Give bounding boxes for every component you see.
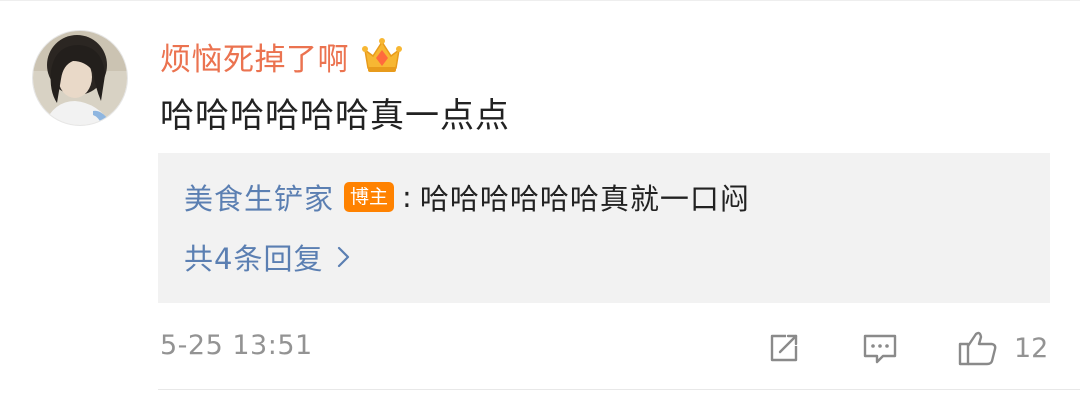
like-count: 12	[1014, 332, 1049, 364]
chevron-right-icon	[338, 246, 350, 268]
reply-preview[interactable]: 美食生铲家 博主 : 哈哈哈哈哈哈真就一口闷 共4条回复	[158, 153, 1050, 303]
view-replies-link[interactable]: 共4条回复	[184, 235, 351, 279]
top-divider	[0, 0, 1080, 1]
thumbs-up-icon	[958, 331, 997, 366]
comment-button[interactable]	[860, 326, 900, 370]
comment-text: 哈哈哈哈哈哈真一点点	[160, 96, 510, 136]
username[interactable]: 烦恼死掉了啊	[160, 34, 349, 79]
share-icon	[770, 334, 798, 362]
reply-line: 美食生铲家 博主 : 哈哈哈哈哈哈真就一口闷	[184, 175, 750, 219]
crown-icon[interactable]	[361, 36, 403, 76]
bottom-divider	[158, 389, 1080, 390]
timestamp: 5-25 13:51	[160, 330, 313, 361]
reply-author[interactable]: 美食生铲家	[184, 176, 334, 218]
blogger-badge: 博主	[344, 182, 395, 212]
reply-text: 哈哈哈哈哈哈真就一口闷	[419, 182, 750, 216]
comment-header: 烦恼死掉了啊	[160, 34, 403, 78]
share-button[interactable]	[764, 326, 804, 370]
reply-separator: :	[402, 180, 412, 214]
comment-icon	[863, 334, 897, 364]
avatar[interactable]	[32, 30, 128, 126]
reply-count[interactable]: 共4条回复	[184, 236, 323, 278]
like-button[interactable]: 12	[956, 326, 1048, 370]
